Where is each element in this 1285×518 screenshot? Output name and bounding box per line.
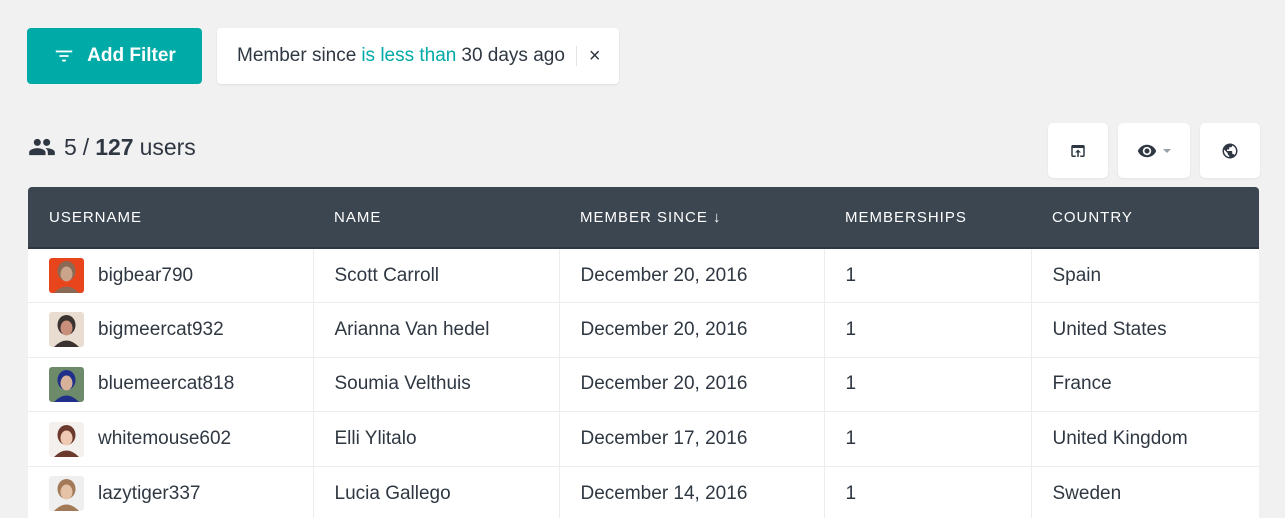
table-header-row: USERNAME NAME MEMBER SINCE ↓ MEMBERSHIPS… <box>28 187 1259 249</box>
name-cell: Arianna Van hedel <box>313 302 560 358</box>
member-since-cell: December 14, 2016 <box>559 466 825 518</box>
column-header-name[interactable]: NAME <box>313 187 559 249</box>
avatar <box>49 421 84 457</box>
memberships-cell: 1 <box>824 357 1032 413</box>
filter-bar: Add Filter Member since is less than 30 … <box>27 28 619 84</box>
chevron-down-icon <box>1163 148 1171 153</box>
users-icon <box>29 138 55 156</box>
username-cell[interactable]: lazytiger337 <box>28 466 314 518</box>
table-row[interactable]: bluemeercat818 Soumia Velthuis December 20… <box>28 357 1259 413</box>
memberships-cell: 1 <box>824 466 1032 518</box>
column-header-memberships[interactable]: MEMBERSHIPS <box>824 187 1031 249</box>
column-header-country[interactable]: COUNTRY <box>1031 187 1259 249</box>
count-unit: users <box>139 133 196 160</box>
export-button[interactable] <box>1048 123 1108 178</box>
username[interactable]: whitemouse602 <box>98 428 231 450</box>
avatar <box>49 312 84 348</box>
filter-operator[interactable]: is less than <box>361 45 456 67</box>
chip-divider <box>575 46 577 66</box>
username[interactable]: bluemeercat818 <box>98 373 234 395</box>
country-cell: Sweden <box>1031 466 1259 518</box>
avatar <box>49 476 84 512</box>
avatar <box>49 258 84 294</box>
users-table: USERNAME NAME MEMBER SINCE ↓ MEMBERSHIPS… <box>28 187 1259 518</box>
column-header-username[interactable]: USERNAME <box>28 187 313 249</box>
view-columns-button[interactable] <box>1118 123 1190 178</box>
username-cell[interactable]: bigbear790 <box>28 248 314 304</box>
name-cell: Lucia Gallego <box>313 466 560 518</box>
username-cell[interactable]: bigmeercat932 <box>28 302 314 358</box>
memberships-cell: 1 <box>824 302 1032 358</box>
name-cell: Scott Carroll <box>313 248 560 304</box>
memberships-cell: 1 <box>824 248 1032 304</box>
eye-icon <box>1137 144 1157 157</box>
filter-icon <box>55 50 73 62</box>
name-cell: Soumia Velthuis <box>313 357 560 413</box>
active-filter-chip[interactable]: Member since is less than 30 days ago × <box>217 28 619 84</box>
member-since-cell: December 20, 2016 <box>559 248 825 304</box>
username[interactable]: lazytiger337 <box>98 483 200 505</box>
country-view-button[interactable] <box>1200 123 1260 178</box>
country-cell: United Kingdom <box>1031 411 1259 467</box>
username[interactable]: bigbear790 <box>98 265 193 287</box>
member-since-cell: December 17, 2016 <box>559 411 825 467</box>
name-cell: Elli Ylitalo <box>313 411 560 467</box>
export-icon <box>1071 144 1085 157</box>
column-header-member-since[interactable]: MEMBER SINCE ↓ <box>559 187 824 249</box>
count-separator: / <box>82 133 90 160</box>
country-cell: Spain <box>1031 248 1259 304</box>
username-cell[interactable]: whitemouse602 <box>28 411 314 467</box>
username-cell[interactable]: bluemeercat818 <box>28 357 314 413</box>
shown-count: 5 <box>64 133 77 160</box>
add-filter-button[interactable]: Add Filter <box>27 28 202 84</box>
add-filter-label: Add Filter <box>87 45 176 66</box>
user-count: 5 / 127 users <box>28 133 196 161</box>
total-count: 127 <box>95 133 134 160</box>
globe-icon <box>1222 143 1238 158</box>
member-since-cell: December 20, 2016 <box>559 302 825 358</box>
avatar <box>49 366 84 402</box>
country-cell: France <box>1031 357 1259 413</box>
table-row[interactable]: bigmeercat932 Arianna Van hedel December 2… <box>28 302 1259 358</box>
filter-field: Member since <box>237 45 357 66</box>
table-row[interactable]: whitemouse602 Elli Ylitalo December 17, 20… <box>28 411 1259 467</box>
table-row[interactable]: bigbear790 Scott Carroll December 20, 2016… <box>28 248 1259 304</box>
table-row[interactable]: lazytiger337 Lucia Gallego December 14, 20… <box>28 466 1259 518</box>
close-icon[interactable]: × <box>589 46 601 66</box>
country-cell: United States <box>1031 302 1259 358</box>
memberships-cell: 1 <box>824 411 1032 467</box>
username[interactable]: bigmeercat932 <box>98 319 224 341</box>
member-since-cell: December 20, 2016 <box>559 357 825 413</box>
filter-value[interactable]: 30 days ago <box>461 45 565 67</box>
